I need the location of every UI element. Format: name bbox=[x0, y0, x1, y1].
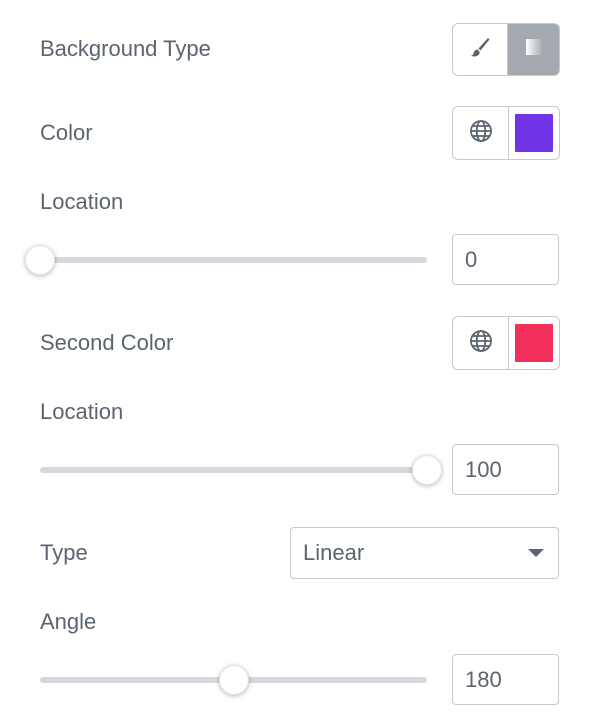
angle-slider-thumb[interactable] bbox=[218, 665, 249, 695]
location-slider-track bbox=[40, 257, 427, 263]
globe-icon bbox=[469, 119, 493, 148]
second-location-input[interactable] bbox=[452, 444, 559, 495]
gradient-icon bbox=[523, 36, 545, 63]
second-global-colors-button[interactable] bbox=[453, 317, 508, 369]
second-color-control bbox=[452, 316, 560, 370]
second-color-swatch bbox=[515, 324, 553, 362]
second-location-slider-track bbox=[40, 467, 427, 473]
classic-background-button[interactable] bbox=[453, 24, 507, 75]
second-location-slider-thumb[interactable] bbox=[412, 455, 442, 485]
location-input[interactable] bbox=[452, 234, 559, 285]
second-location-label: Location bbox=[40, 399, 124, 424]
color-swatch bbox=[515, 114, 553, 152]
location-slider[interactable] bbox=[25, 242, 427, 278]
brush-icon bbox=[469, 36, 491, 63]
type-select-value: Linear bbox=[303, 540, 365, 565]
globe-icon bbox=[469, 329, 493, 358]
second-color-label: Second Color bbox=[40, 330, 174, 355]
color-picker-button[interactable] bbox=[508, 107, 559, 159]
angle-slider[interactable] bbox=[40, 662, 427, 698]
gradient-background-button[interactable] bbox=[507, 24, 559, 75]
global-colors-button[interactable] bbox=[453, 107, 508, 159]
type-label: Type bbox=[40, 540, 88, 565]
angle-label: Angle bbox=[40, 609, 97, 634]
background-type-label: Background Type bbox=[40, 36, 211, 61]
location-label: Location bbox=[40, 189, 124, 214]
location-slider-thumb[interactable] bbox=[25, 245, 55, 275]
angle-input[interactable] bbox=[452, 654, 559, 705]
background-type-toggle bbox=[452, 23, 560, 76]
second-color-picker-button[interactable] bbox=[508, 317, 559, 369]
second-location-slider[interactable] bbox=[40, 452, 442, 488]
color-label: Color bbox=[40, 120, 93, 145]
type-select[interactable]: Linear bbox=[290, 527, 559, 579]
color-control bbox=[452, 106, 560, 160]
caret-down-icon bbox=[528, 549, 544, 557]
